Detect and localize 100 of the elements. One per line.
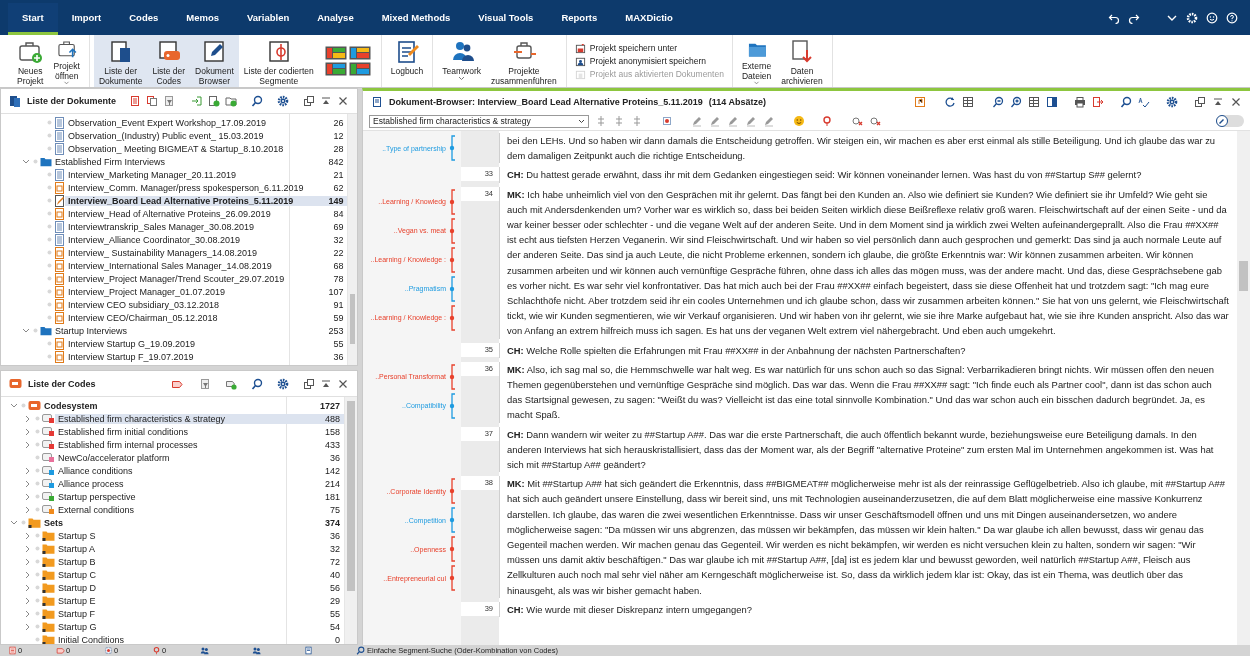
export-icon[interactable] xyxy=(1092,95,1104,108)
minimize-icon[interactable] xyxy=(320,377,332,390)
layout-icon[interactable] xyxy=(348,46,371,60)
code-row[interactable]: Startup A 32 xyxy=(1,542,344,555)
refresh-icon[interactable] xyxy=(944,95,956,108)
close-icon[interactable] xyxy=(337,95,349,107)
ribbon-button[interactable]: Liste der Codes xyxy=(147,35,190,87)
document-row[interactable]: Interview_ Sustainability Managers_14.08.2019 22 xyxy=(1,246,348,259)
document-row[interactable]: Interview CEO/Chairman_05.12.2018 59 xyxy=(1,311,348,324)
filter-icon[interactable] xyxy=(163,95,175,107)
search-icon[interactable] xyxy=(251,377,263,390)
pencil-icon[interactable] xyxy=(727,115,739,127)
document-row[interactable]: Interview_Project Manager/Trend Scouter_29.07.2019 78 xyxy=(1,272,348,285)
code-row[interactable]: Established firm internal processes 433 xyxy=(1,438,344,451)
document-row[interactable]: Interview_Marketing Manager_20.11.2019 21 xyxy=(1,168,348,181)
scrollbar[interactable] xyxy=(1237,131,1250,645)
edit-toggle-icon[interactable] xyxy=(1216,115,1244,127)
table-icon[interactable] xyxy=(1028,95,1040,108)
code-row[interactable]: Initial Conditions 0 xyxy=(1,633,344,644)
document-row[interactable]: Observation_ Meeting BIGMEAT & Startup_8.10.2018 28 xyxy=(1,142,348,155)
menu-tab[interactable]: Visual Tools xyxy=(464,3,548,35)
menu-tab[interactable]: Analyse xyxy=(303,3,368,35)
ribbon-button[interactable]: Neues Projekt xyxy=(12,35,49,87)
code-row[interactable]: Alliance conditions 142 xyxy=(1,464,344,477)
document-row[interactable]: Interview Startup F_19.07.2019 36 xyxy=(1,350,348,363)
code-row[interactable]: External conditions 75 xyxy=(1,503,344,516)
document-row[interactable]: Interview Startup G_19.09.2019 55 xyxy=(1,337,348,350)
zoom-out-icon[interactable] xyxy=(992,95,1004,108)
close-icon[interactable] xyxy=(337,377,349,390)
menu-item[interactable]: Projekt anonymisiert speichern xyxy=(574,55,724,67)
layout-icon[interactable] xyxy=(324,62,347,76)
document-icon[interactable] xyxy=(129,95,141,107)
settings-icon[interactable] xyxy=(1166,95,1178,108)
code-dropdown[interactable]: Established firm characteristics & strategy xyxy=(369,114,589,128)
remove-link-icon[interactable] xyxy=(869,115,881,127)
code-row[interactable]: Startup F 55 xyxy=(1,607,344,620)
code-row[interactable]: Established firm characteristics & strategy 488 xyxy=(1,412,344,425)
document-row[interactable]: Interviewtranskrip_Sales Manager_30.08.2019 69 xyxy=(1,220,348,233)
spellcheck-icon[interactable] xyxy=(1138,95,1150,108)
ribbon-button[interactable]: Teamwork xyxy=(437,35,487,87)
pencil-icon[interactable] xyxy=(745,115,757,127)
document-row[interactable]: Interview_Alliance Coordinator_30.08.2019 32 xyxy=(1,233,348,246)
code-row[interactable]: Codesystem 1727 xyxy=(1,399,344,412)
undock-icon[interactable] xyxy=(1194,95,1206,108)
layout-icon[interactable] xyxy=(348,62,371,76)
copy-icon[interactable] xyxy=(146,95,158,107)
ribbon-button[interactable]: Liste der Dokumente xyxy=(93,35,148,87)
menu-tab[interactable]: Mixed Methods xyxy=(367,3,465,35)
document-row[interactable]: Interview_International Sales Manager_14.08.2019 68 xyxy=(1,259,348,272)
remove-link-icon[interactable] xyxy=(851,115,863,127)
code-row[interactable]: Alliance process 214 xyxy=(1,477,344,490)
ribbon-button[interactable]: Projekte zusammenführen xyxy=(486,35,562,87)
code-row[interactable]: NewCo/accelerator platform 36 xyxy=(1,451,344,464)
menu-tab[interactable]: MAXDictio xyxy=(611,3,687,35)
menu-tab[interactable]: Start xyxy=(8,3,58,35)
code-row[interactable]: Startup S 36 xyxy=(1,529,344,542)
code-row[interactable]: Startup E 29 xyxy=(1,594,344,607)
document-row[interactable]: Interview_Head of Alternative Proteins_26.09.2019 84 xyxy=(1,207,348,220)
code-row[interactable]: Startup C 40 xyxy=(1,568,344,581)
new-folder-icon[interactable] xyxy=(225,95,237,107)
settings-icon[interactable] xyxy=(277,377,289,390)
close-icon[interactable] xyxy=(1230,95,1242,108)
menu-tab[interactable]: Reports xyxy=(547,3,612,35)
document-row[interactable]: Interview_Board Lead Alternative Proteins_5.11.2019 149 xyxy=(1,194,348,207)
pencil-icon[interactable] xyxy=(709,115,721,127)
ribbon-button[interactable]: Projekt öffnen xyxy=(48,35,85,87)
smiley-icon[interactable] xyxy=(1206,11,1218,24)
minimize-icon[interactable] xyxy=(320,95,332,107)
menu-tab[interactable]: Memos xyxy=(172,3,233,35)
code-row[interactable]: Sets 374 xyxy=(1,516,344,529)
segment-icon[interactable] xyxy=(661,115,673,127)
document-row[interactable]: Interview_Project Manager_01.07.2019 107 xyxy=(1,285,348,298)
document-row[interactable]: Observation_(Industry) Public event_ 15.03.2019 12 xyxy=(1,129,348,142)
search-icon[interactable] xyxy=(1120,95,1132,108)
menu-tab[interactable]: Variablen xyxy=(233,3,304,35)
code-row[interactable]: Startup B 72 xyxy=(1,555,344,568)
settings-icon[interactable] xyxy=(277,95,289,107)
marker-icon[interactable] xyxy=(821,115,833,127)
pencil-icon[interactable] xyxy=(763,115,775,127)
menu-tab[interactable]: Import xyxy=(57,3,116,35)
layout-icon[interactable] xyxy=(324,46,347,60)
undock-icon[interactable] xyxy=(303,95,315,107)
code-row[interactable]: Established firm initial conditions 158 xyxy=(1,425,344,438)
scrollbar[interactable] xyxy=(344,397,357,644)
media-icon[interactable] xyxy=(914,95,926,108)
panel-icon[interactable] xyxy=(1046,95,1058,108)
minimize-icon[interactable] xyxy=(1212,95,1224,108)
scrollbar[interactable] xyxy=(347,114,357,365)
ribbon-button[interactable]: Liste der codierten Segmente xyxy=(238,35,319,87)
document-row[interactable]: Interview CEO subsidiary_03.12.2018 91 xyxy=(1,298,348,311)
printer-icon[interactable] xyxy=(1074,95,1086,108)
menu-tab[interactable]: Codes xyxy=(115,3,173,35)
help-icon[interactable] xyxy=(1226,11,1238,24)
ribbon-button[interactable]: Daten archivieren xyxy=(776,35,828,87)
import-icon[interactable] xyxy=(191,95,203,107)
zoom-in-icon[interactable] xyxy=(1010,95,1022,108)
document-row[interactable]: Observation_Event Expert Workshop_17.09.2019 26 xyxy=(1,116,348,129)
ribbon-button[interactable]: Logbuch xyxy=(385,35,429,87)
new-document-icon[interactable] xyxy=(208,95,220,107)
code-row[interactable]: Startup perspective 181 xyxy=(1,490,344,503)
